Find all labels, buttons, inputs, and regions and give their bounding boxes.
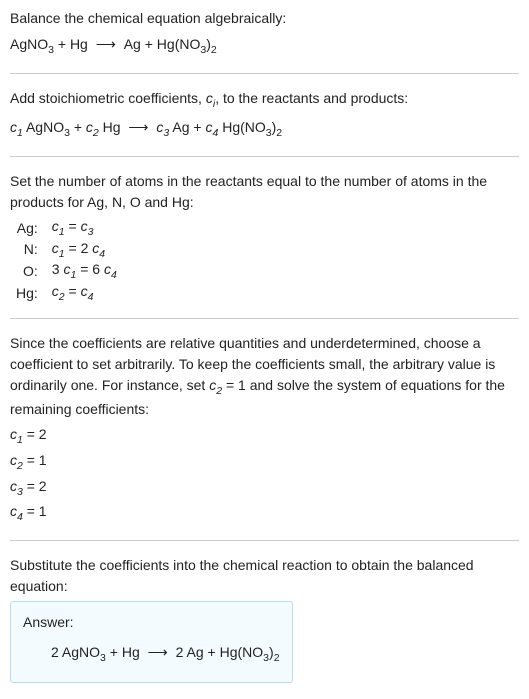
set-coef: c2 (209, 377, 222, 393)
reactant-2: Hg (70, 36, 88, 52)
element-label: Ag: (10, 217, 46, 239)
coef-c3: c3 (156, 119, 169, 135)
table-row: N: c1 = 2 c4 (10, 239, 123, 261)
plus: + (204, 644, 220, 660)
answer-label: Answer: (23, 612, 280, 633)
product-2: Hg(NO3)2 (220, 644, 280, 660)
step3-text: Set the number of atoms in the reactants… (10, 171, 519, 213)
atom-balance-section: Set the number of atoms in the reactants… (10, 171, 519, 304)
plus: + (141, 36, 157, 52)
plus: + (106, 644, 122, 660)
divider (10, 73, 519, 74)
product-1: 2 Ag (176, 644, 204, 660)
intro-section: Balance the chemical equation algebraica… (10, 8, 519, 59)
step4-text: Since the coefficients are relative quan… (10, 333, 519, 421)
species-2: Hg (99, 119, 121, 135)
coef-c4: c4 (205, 119, 218, 135)
coef-result: c2 = 1 (10, 450, 519, 475)
element-label: O: (10, 260, 46, 282)
solve-section: Since the coefficients are relative quan… (10, 333, 519, 526)
substitute-section: Substitute the coefficients into the che… (10, 555, 519, 684)
plus: + (54, 36, 70, 52)
coef-equation: c1 AgNO3 + c2 Hg ⟶ c3 Ag + c4 Hg(NO3)2 (10, 116, 519, 142)
arrow-icon: ⟶ (140, 644, 176, 660)
table-row: Hg: c2 = c4 (10, 282, 123, 304)
divider (10, 156, 519, 157)
balanced-equation: 2 AgNO3 + Hg ⟶ 2 Ag + Hg(NO3)2 (23, 641, 280, 667)
coef-result: c3 = 2 (10, 476, 519, 501)
atom-equation: c2 = c4 (46, 282, 123, 304)
intro-text: Balance the chemical equation algebraica… (10, 8, 519, 29)
product-1: Ag (124, 36, 141, 52)
step5-text: Substitute the coefficients into the che… (10, 555, 519, 597)
divider (10, 318, 519, 319)
atom-equation: c1 = 2 c4 (46, 239, 123, 261)
plus: + (190, 119, 206, 135)
atom-equation: c1 = c3 (46, 217, 123, 239)
element-label: Hg: (10, 282, 46, 304)
step2-text: Add stoichiometric coefficients, ci, to … (10, 88, 519, 113)
coef-c1: c1 (10, 119, 23, 135)
table-row: O: 3 c1 = 6 c4 (10, 260, 123, 282)
coef-c2: c2 (86, 119, 99, 135)
product-2: Hg(NO3)2 (157, 36, 217, 52)
coefficient-symbol: ci (206, 90, 215, 106)
answer-box: Answer: 2 AgNO3 + Hg ⟶ 2 Ag + Hg(NO3)2 (10, 601, 293, 684)
species-4: Hg(NO3)2 (218, 119, 282, 135)
element-label: N: (10, 239, 46, 261)
arrow-icon: ⟶ (88, 36, 124, 52)
reactant-1: 2 AgNO3 (51, 644, 106, 660)
coefficient-results: c1 = 2 c2 = 1 c3 = 2 c4 = 1 (10, 424, 519, 525)
atom-equation: 3 c1 = 6 c4 (46, 260, 123, 282)
stoichiometric-section: Add stoichiometric coefficients, ci, to … (10, 88, 519, 142)
coef-result: c1 = 2 (10, 424, 519, 449)
reactant-2: Hg (122, 644, 140, 660)
species-3: Ag (169, 119, 189, 135)
coef-result: c4 = 1 (10, 501, 519, 526)
species-1: AgNO3 (23, 119, 70, 135)
atom-equations-table: Ag: c1 = c3 N: c1 = 2 c4 O: 3 c1 = 6 c4 … (10, 217, 123, 304)
unbalanced-equation: AgNO3 + Hg ⟶ Ag + Hg(NO3)2 (10, 33, 519, 59)
arrow-icon: ⟶ (121, 119, 157, 135)
reactant-1: AgNO3 (10, 36, 54, 52)
table-row: Ag: c1 = c3 (10, 217, 123, 239)
plus: + (70, 119, 86, 135)
divider (10, 540, 519, 541)
